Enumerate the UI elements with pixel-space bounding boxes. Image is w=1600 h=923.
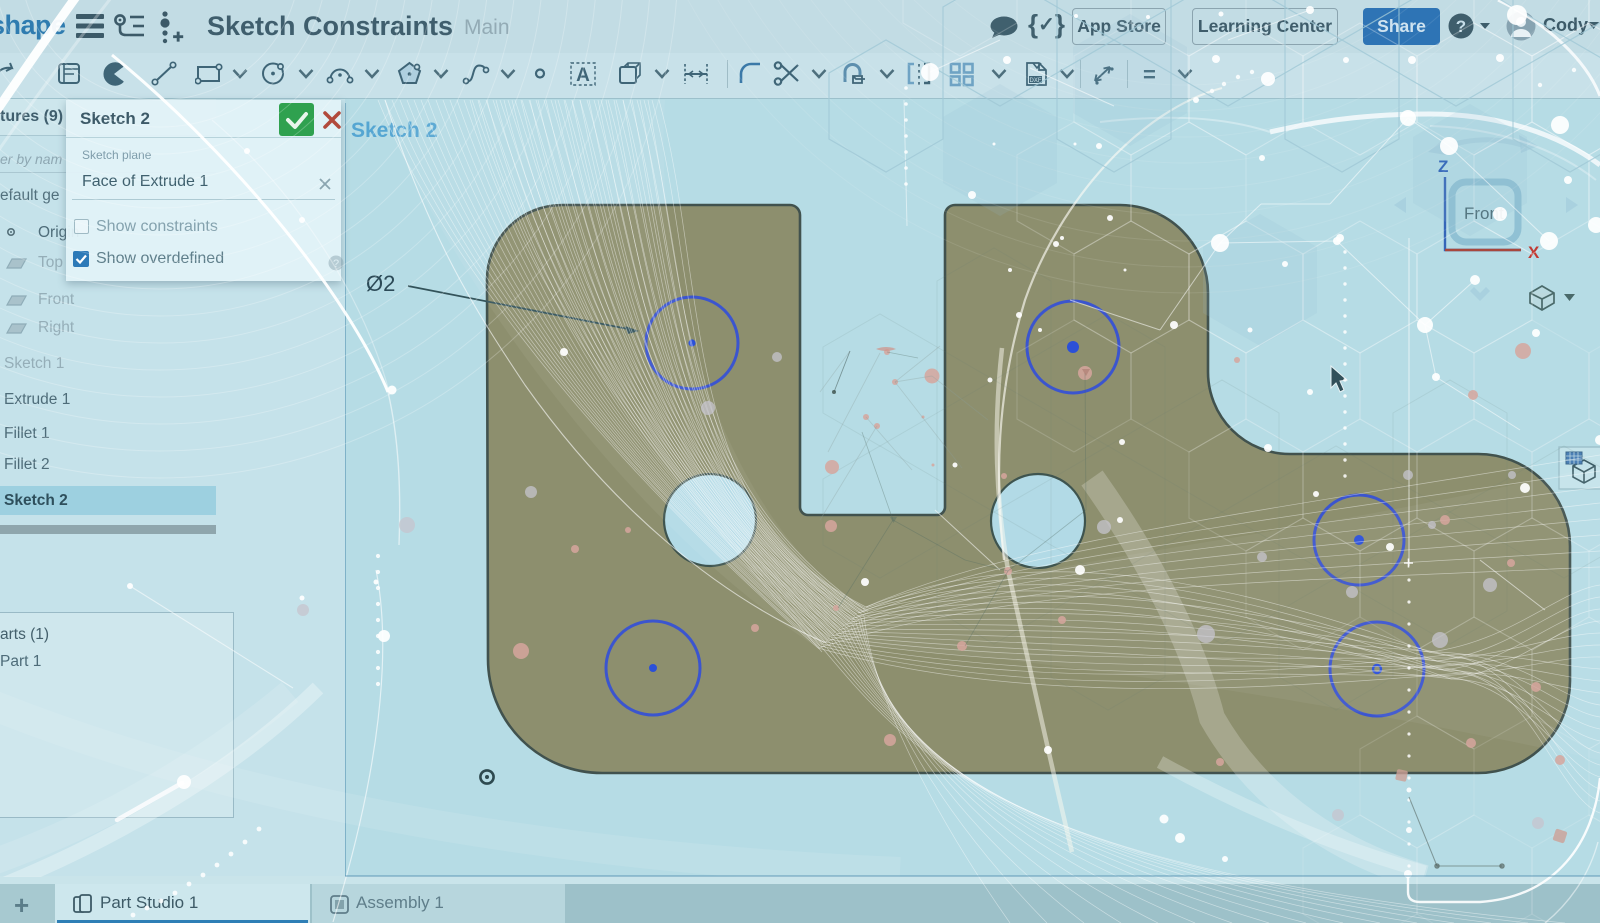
svg-text:Z: Z	[1438, 157, 1448, 176]
svg-text:Sketch 2: Sketch 2	[351, 119, 437, 142]
svg-text:X: X	[1528, 243, 1540, 262]
svg-text:Ø2: Ø2	[366, 271, 395, 296]
svg-text:?: ?	[333, 258, 339, 270]
svg-text:Front: Front	[1464, 204, 1504, 223]
